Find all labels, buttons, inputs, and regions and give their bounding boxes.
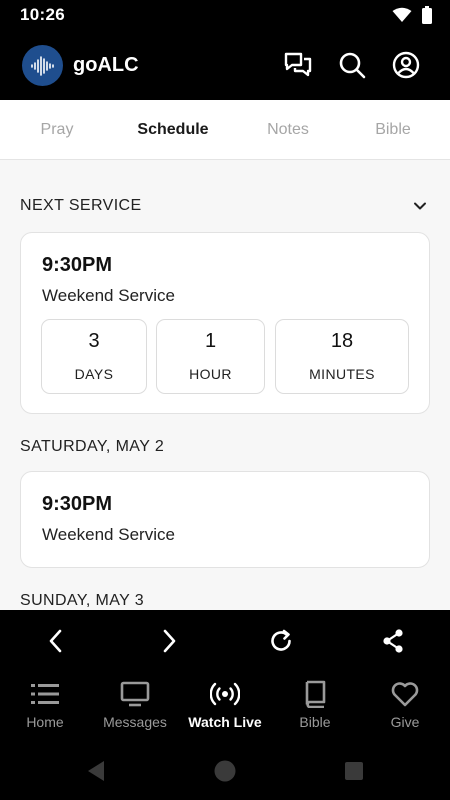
countdown-unit: MINUTES: [309, 366, 375, 382]
tab-schedule[interactable]: Schedule: [118, 121, 228, 139]
countdown-unit: DAYS: [74, 366, 114, 382]
nav-home[interactable]: Home: [0, 680, 90, 730]
browser-controls: [0, 610, 450, 672]
share-icon[interactable]: [377, 625, 409, 657]
nav-give[interactable]: Give: [360, 680, 450, 730]
status-bar: 10:26: [0, 0, 450, 30]
tab-notes[interactable]: Notes: [233, 121, 343, 139]
status-icons: [392, 6, 432, 29]
account-icon[interactable]: [391, 50, 421, 80]
back-icon[interactable]: [40, 625, 72, 657]
service-time: 9:30PM: [42, 493, 113, 515]
countdown-value: 3: [88, 330, 100, 352]
system-back-icon[interactable]: [84, 759, 108, 783]
next-service-heading: NEXT SERVICE: [20, 197, 142, 214]
countdown-days: 3 DAYS: [41, 319, 147, 394]
tab-pray[interactable]: Pray: [2, 121, 112, 139]
service-name: Weekend Service: [42, 525, 175, 544]
nav-label: Watch Live: [188, 714, 262, 730]
forward-icon[interactable]: [153, 625, 185, 657]
app-header: goALC: [0, 30, 450, 100]
system-recents-icon[interactable]: [342, 759, 366, 783]
app-title: goALC: [73, 54, 139, 76]
heart-icon: [360, 680, 450, 708]
search-icon[interactable]: [337, 50, 367, 80]
countdown-value: 18: [330, 330, 354, 352]
nav-bible[interactable]: Bible: [270, 680, 360, 730]
schedule-date-heading: SUNDAY, MAY 3: [20, 592, 145, 609]
next-service-card[interactable]: 9:30PM Weekend Service 3 DAYS 1 HOUR 18 …: [20, 232, 430, 414]
countdown-unit: HOUR: [189, 366, 232, 382]
app-logo[interactable]: [22, 45, 63, 86]
tv-icon: [90, 680, 180, 708]
refresh-icon[interactable]: [265, 625, 297, 657]
wifi-icon: [392, 7, 412, 28]
nav-label: Home: [26, 714, 64, 730]
nav-watch-live[interactable]: Watch Live: [180, 680, 270, 730]
service-time: 9:30PM: [42, 254, 113, 276]
tab-bar: Pray Schedule Notes Bible: [0, 100, 450, 160]
chat-icon[interactable]: [283, 50, 313, 80]
broadcast-icon: [180, 680, 270, 708]
schedule-card[interactable]: 9:30PM Weekend Service: [20, 471, 430, 568]
list-icon: [0, 680, 90, 708]
nav-messages[interactable]: Messages: [90, 680, 180, 730]
chevron-down-icon[interactable]: [412, 198, 428, 214]
schedule-date-heading: SATURDAY, MAY 2: [20, 438, 165, 455]
countdown-minutes: 18 MINUTES: [275, 319, 409, 394]
waveform-icon: [30, 55, 54, 76]
system-home-icon[interactable]: [213, 759, 237, 783]
nav-label: Bible: [299, 714, 331, 730]
book-icon: [270, 680, 360, 708]
bottom-nav: Home Messages Watch Live Bible Give: [0, 672, 450, 742]
service-name: Weekend Service: [42, 286, 175, 305]
status-time: 10:26: [20, 5, 65, 24]
countdown-hours: 1 HOUR: [156, 319, 265, 394]
countdown-value: 1: [204, 330, 217, 352]
nav-label: Messages: [103, 714, 167, 730]
system-nav-bar: [0, 742, 450, 800]
nav-label: Give: [390, 714, 420, 730]
tab-bible[interactable]: Bible: [338, 121, 448, 139]
content-area: Pray Schedule Notes Bible NEXT SERVICE 9…: [0, 100, 450, 610]
battery-icon: [422, 6, 432, 29]
